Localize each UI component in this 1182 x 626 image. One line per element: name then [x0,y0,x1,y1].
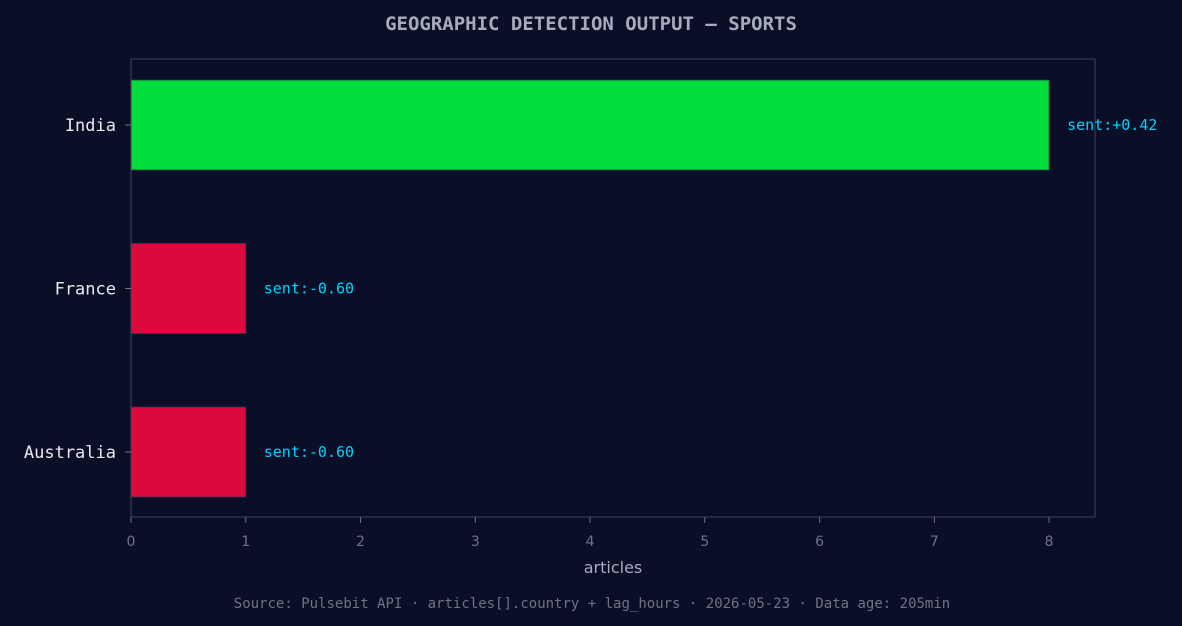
x-axis: 0 1 2 3 4 5 6 7 8 [127,517,1054,550]
source-footer: Source: Pulsebit API · articles[].countr… [234,596,950,612]
category-label-india: India [65,116,116,136]
x-tick-label-1: 1 [241,534,250,550]
x-tick-label-8: 8 [1045,534,1054,550]
x-axis-label: articles [584,558,643,577]
category-label-france: France [55,280,116,300]
x-tick-label-3: 3 [471,534,480,550]
bars-layer: sent:+0.42 sent:-0.60 sent:-0.60 [130,79,1157,498]
x-tick-label-0: 0 [127,534,136,550]
bar-australia [130,406,247,498]
data-label-india: sent:+0.42 [1067,116,1157,134]
category-label-australia: Australia [24,443,116,463]
x-tick-label-6: 6 [815,534,824,550]
chart: GEOGRAPHIC DETECTION OUTPUT — SPORTS sen… [24,13,1158,612]
data-label-france: sent:-0.60 [264,280,354,298]
x-tick-label-2: 2 [356,534,365,550]
x-tick-label-7: 7 [930,534,939,550]
data-label-australia: sent:-0.60 [264,443,354,461]
category-axis: India France Australia [24,116,131,463]
x-tick-label-5: 5 [700,534,709,550]
x-tick-label-4: 4 [586,534,595,550]
bar-india [130,79,1050,171]
chart-title: GEOGRAPHIC DETECTION OUTPUT — SPORTS [385,13,797,35]
bar-france [130,243,247,334]
